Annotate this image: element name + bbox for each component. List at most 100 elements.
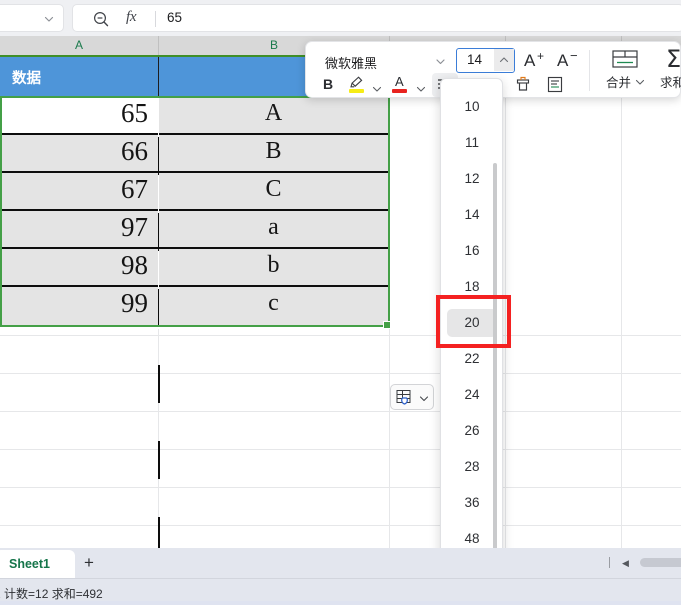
font-size-option[interactable]: 36 xyxy=(447,489,497,517)
sheet-tab-sheet1[interactable]: Sheet1 xyxy=(0,550,75,578)
spreadsheet-grid[interactable]: 数据 CHAR 65 A 66 B 67 C 97 a 98 b 99 c xyxy=(0,57,681,548)
dropdown-scrollbar[interactable] xyxy=(493,163,497,598)
font-size-option[interactable]: 12 xyxy=(447,165,497,193)
font-size-value: 14 xyxy=(467,52,483,67)
increase-font-label: A xyxy=(524,51,536,70)
cell-value: B xyxy=(265,138,282,164)
font-size-option[interactable]: 14 xyxy=(447,201,497,229)
sheet-tab-label: Sheet1 xyxy=(9,557,50,571)
column-divider xyxy=(158,36,159,57)
font-size-option-selected[interactable]: 20 xyxy=(447,309,497,337)
fx-label: fx xyxy=(126,9,137,25)
cell-value: C xyxy=(265,176,282,202)
font-size-option[interactable]: 18 xyxy=(447,273,497,301)
chevron-down-icon[interactable] xyxy=(434,55,447,73)
cell-char[interactable]: A xyxy=(159,97,388,135)
font-color-button[interactable]: A xyxy=(391,74,413,95)
increase-font-size-button[interactable]: A + xyxy=(521,49,547,72)
magnifier-minus-icon[interactable] xyxy=(92,10,110,33)
window-bottom-edge xyxy=(0,601,681,605)
formula-value[interactable]: 65 xyxy=(167,10,182,25)
chevron-down-icon[interactable] xyxy=(416,81,426,99)
selection-fill-handle[interactable] xyxy=(383,321,391,329)
cell-char[interactable]: b xyxy=(159,249,388,287)
cell-char[interactable]: C xyxy=(159,173,388,211)
chevron-down-icon[interactable] xyxy=(372,81,382,99)
font-size-chevron-up-icon[interactable] xyxy=(494,49,514,71)
merge-label: 合并 xyxy=(606,76,632,90)
font-size-combo[interactable]: 14 xyxy=(456,48,515,73)
font-size-option[interactable]: 16 xyxy=(447,237,497,265)
cell-value: c xyxy=(268,290,279,316)
column-header-a[interactable]: A xyxy=(0,38,158,52)
wrap-text-button[interactable] xyxy=(544,73,568,97)
cell-value: 66 xyxy=(121,136,148,166)
horizontal-scrollbar[interactable] xyxy=(640,558,681,567)
cell-data[interactable]: 99 xyxy=(0,287,158,325)
cell-divider xyxy=(158,365,160,403)
gridline xyxy=(0,449,681,450)
font-size-option[interactable]: 11 xyxy=(447,129,497,157)
formula-bar-area: fx 65 xyxy=(0,0,681,36)
decrease-font-size-button[interactable]: A − xyxy=(554,48,580,72)
formula-input-bar[interactable]: fx 65 xyxy=(72,4,681,32)
cell-value: 99 xyxy=(121,288,148,318)
font-size-option[interactable]: 28 xyxy=(447,453,497,481)
gridline xyxy=(0,487,681,488)
table-header-cell-data[interactable]: 数据 xyxy=(0,57,158,96)
cell-char[interactable]: c xyxy=(159,287,388,325)
name-box[interactable] xyxy=(0,4,64,32)
font-name-combo[interactable]: 微软雅黑 xyxy=(318,49,453,72)
cell-value: 97 xyxy=(121,212,148,242)
cell-value: 65 xyxy=(121,98,148,128)
cell-value: 98 xyxy=(121,250,148,280)
font-size-option[interactable]: 22 xyxy=(447,345,497,373)
scroll-split-handle[interactable] xyxy=(609,557,610,568)
cell-value: A xyxy=(264,100,283,126)
merge-cells-button[interactable]: 合并 xyxy=(602,48,648,93)
plus-icon: + xyxy=(537,49,545,63)
cell-data[interactable]: 98 xyxy=(0,249,158,287)
cell-value: a xyxy=(268,214,279,240)
gridline xyxy=(0,411,681,412)
cell-data[interactable]: 67 xyxy=(0,173,158,211)
cell-value: 67 xyxy=(121,174,148,204)
cell-data[interactable]: 97 xyxy=(0,211,158,249)
gridline xyxy=(389,329,390,548)
toolbar-divider xyxy=(589,50,590,91)
cell-divider xyxy=(158,517,160,548)
gridline xyxy=(621,57,622,548)
cell-data[interactable]: 65 xyxy=(0,97,158,135)
table-header-label: 数据 xyxy=(12,71,41,87)
cell-data[interactable]: 66 xyxy=(0,135,158,173)
decrease-font-label: A xyxy=(557,51,569,70)
cell-value: b xyxy=(267,252,280,278)
chevron-down-icon[interactable] xyxy=(635,74,645,90)
cell-divider xyxy=(158,441,160,479)
highlight-color-button[interactable] xyxy=(346,75,370,95)
paste-options-button[interactable] xyxy=(390,384,434,410)
bold-button[interactable]: B xyxy=(318,75,340,95)
gridline xyxy=(0,373,681,374)
cell-char[interactable]: a xyxy=(159,211,388,249)
chevron-down-icon xyxy=(43,12,55,24)
gridline xyxy=(505,57,506,548)
format-painter-button[interactable] xyxy=(512,73,536,97)
font-size-option[interactable]: 10 xyxy=(447,93,497,121)
font-name-value: 微软雅黑 xyxy=(325,56,378,71)
autosum-sigma-icon: Σ xyxy=(666,45,681,73)
add-sheet-button[interactable]: + xyxy=(84,554,94,571)
cell-char[interactable]: B xyxy=(159,135,388,173)
status-bar-stats: 2 计数=12 求和=492 xyxy=(0,587,103,601)
sheet-tab-bar: Sheet1 + ◀ xyxy=(0,548,681,578)
gridline xyxy=(0,335,681,336)
formula-separator xyxy=(155,11,156,27)
font-size-option[interactable]: 24 xyxy=(447,381,497,409)
font-size-dropdown[interactable]: 10 11 12 14 16 18 20 22 24 26 28 36 48 7… xyxy=(440,78,503,599)
sum-label: 求和 xyxy=(660,76,681,90)
scroll-left-arrow-icon[interactable]: ◀ xyxy=(622,559,629,568)
autosum-button[interactable]: Σ 求和 xyxy=(656,45,681,93)
header-cell-divider xyxy=(158,57,159,96)
font-size-option[interactable]: 26 xyxy=(447,417,497,445)
bold-label: B xyxy=(323,76,334,92)
